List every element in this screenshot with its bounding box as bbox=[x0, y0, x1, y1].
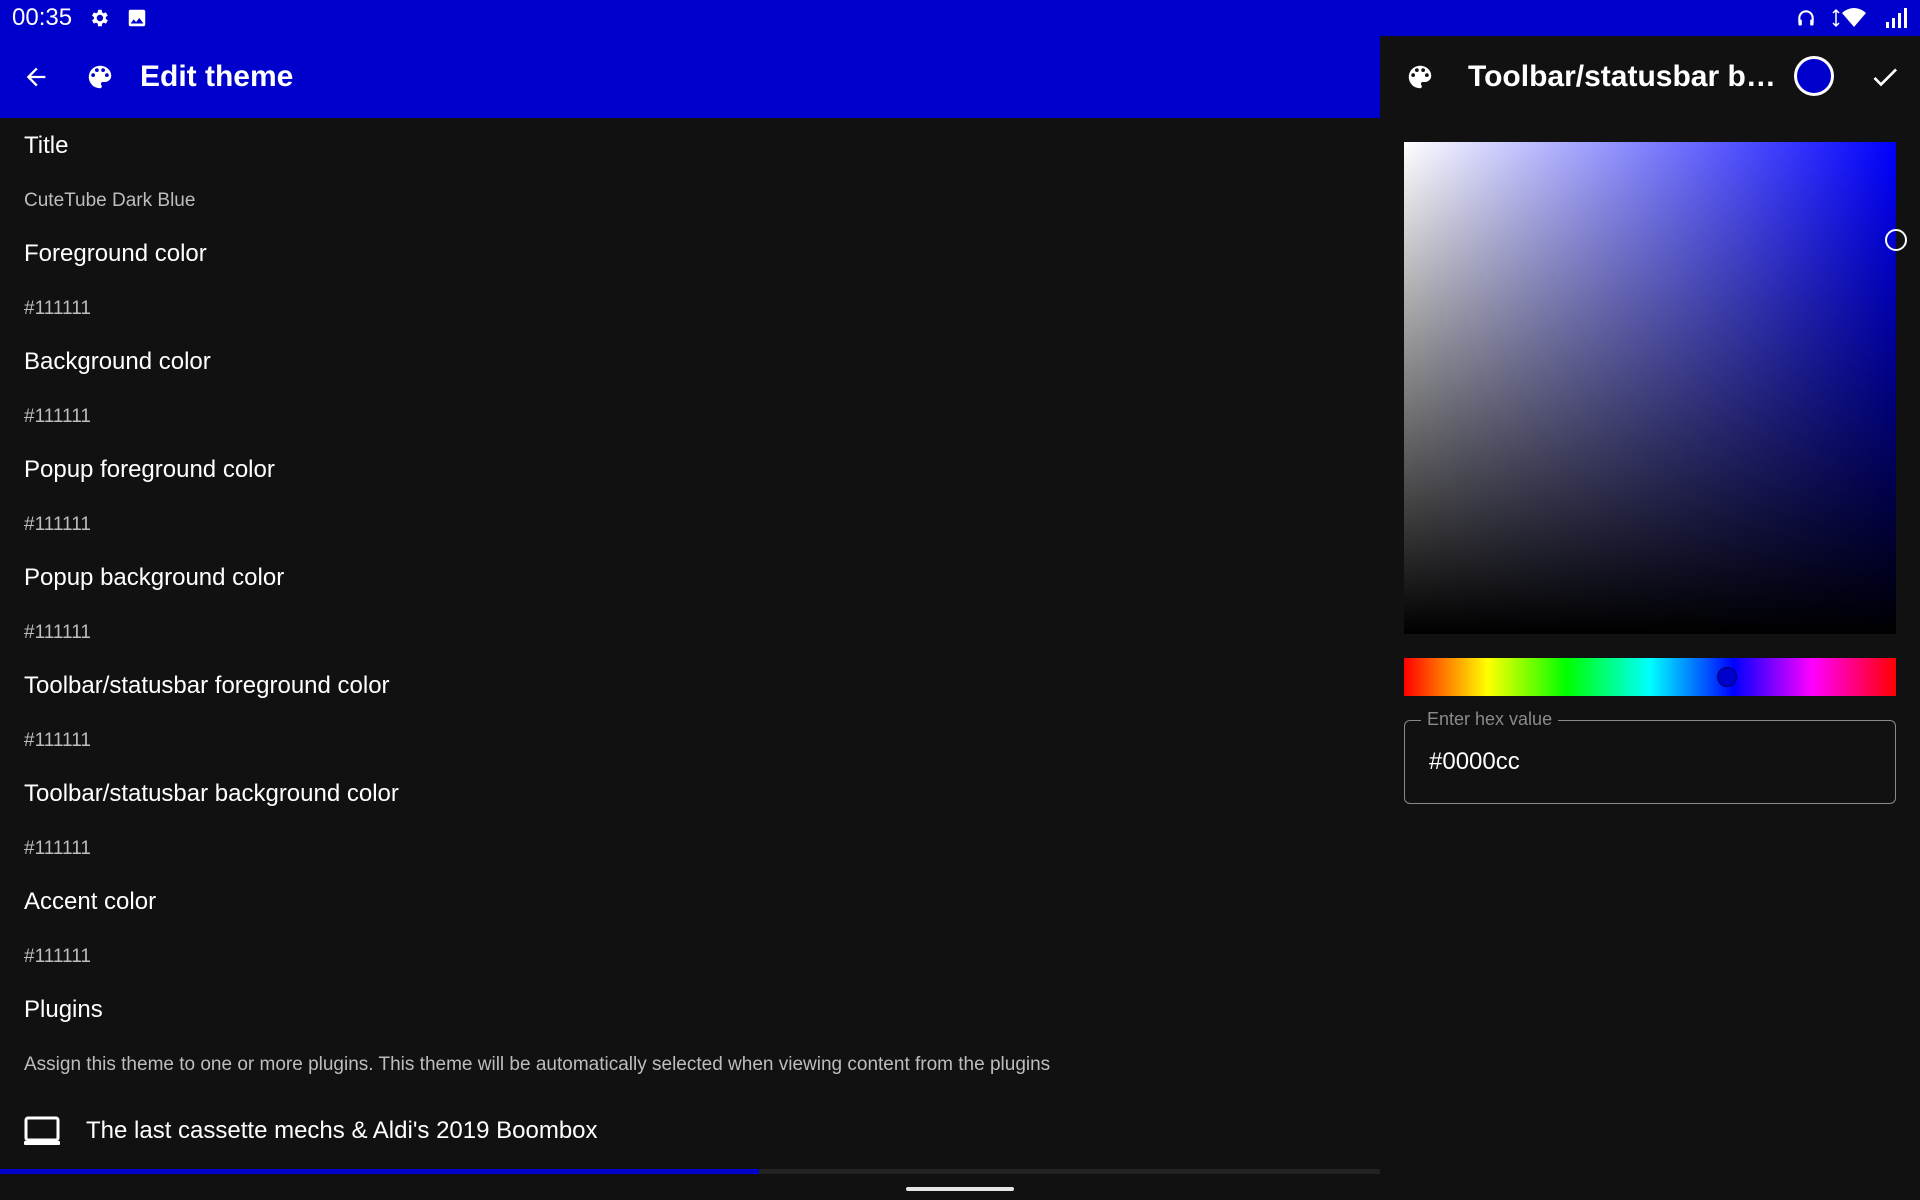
hue-handle[interactable] bbox=[1717, 667, 1737, 687]
setting-value-text: #111111 bbox=[24, 622, 91, 643]
setting-value: #111111 bbox=[24, 406, 91, 428]
check-icon bbox=[1873, 68, 1897, 87]
setting-popup-foreground-color[interactable]: Popup foreground color bbox=[24, 456, 275, 484]
setting-value: #111111 bbox=[24, 298, 91, 320]
page-title: Edit theme bbox=[140, 60, 294, 93]
setting-value-text: #111111 bbox=[24, 838, 91, 859]
palette-icon bbox=[72, 36, 128, 118]
gesture-handle[interactable] bbox=[906, 1187, 1014, 1191]
setting-label: Toolbar/statusbar background color bbox=[24, 780, 399, 807]
setting-popup-background-color[interactable]: Popup background color bbox=[24, 564, 284, 592]
plugins-description-text: Assign this theme to one or more plugins… bbox=[24, 1054, 1051, 1075]
plugins-description: Assign this theme to one or more plugins… bbox=[24, 1054, 1050, 1076]
navigation-bar bbox=[0, 1174, 1920, 1200]
setting-accent-color[interactable]: Accent color bbox=[24, 888, 156, 916]
setting-label: Popup foreground color bbox=[24, 456, 275, 483]
signal-icon bbox=[1884, 7, 1908, 29]
color-picker-header: Toolbar/statusbar bac... bbox=[1380, 36, 1920, 118]
selected-color-swatch bbox=[1794, 56, 1834, 96]
setting-title[interactable]: Title bbox=[24, 132, 68, 160]
setting-label: Foreground color bbox=[24, 240, 207, 267]
theme-settings-list: Title CuteTube Dark Blue Foreground colo… bbox=[0, 118, 1380, 1170]
hex-value-field: Enter hex value bbox=[1404, 709, 1896, 804]
status-time: 00:35 bbox=[12, 4, 73, 31]
setting-value-text: CuteTube Dark Blue bbox=[24, 190, 196, 211]
settings-icon bbox=[88, 7, 110, 29]
setting-value: #111111 bbox=[24, 838, 91, 860]
setting-label: Toolbar/statusbar foreground color bbox=[24, 672, 390, 699]
setting-value: #111111 bbox=[24, 622, 91, 644]
setting-label: Title bbox=[24, 132, 69, 159]
plugin-item[interactable]: The last cassette mechs & Aldi's 2019 Bo… bbox=[24, 1116, 598, 1146]
hex-value-input[interactable] bbox=[1405, 721, 1895, 803]
setting-value: #111111 bbox=[24, 514, 91, 536]
headphones-icon bbox=[1796, 8, 1816, 28]
status-bar: 00:35 bbox=[0, 0, 1920, 36]
setting-label: Popup background color bbox=[24, 564, 285, 591]
setting-value-text: #111111 bbox=[24, 946, 91, 967]
toolbar: Edit theme bbox=[0, 36, 1380, 118]
arrow-back-icon bbox=[26, 67, 46, 87]
hue-slider[interactable] bbox=[1404, 658, 1896, 696]
image-icon bbox=[126, 7, 148, 29]
setting-background-color[interactable]: Background color bbox=[24, 348, 211, 376]
setting-toolbar-background-color[interactable]: Toolbar/statusbar background color bbox=[24, 780, 399, 808]
setting-value-text: #111111 bbox=[24, 298, 91, 319]
saturation-value-picker[interactable] bbox=[1404, 142, 1907, 634]
setting-value: #111111 bbox=[24, 730, 91, 752]
plugin-label: The last cassette mechs & Aldi's 2019 Bo… bbox=[86, 1117, 598, 1144]
setting-value-text: #111111 bbox=[24, 514, 91, 535]
palette-icon bbox=[1380, 36, 1460, 118]
setting-foreground-color[interactable]: Foreground color bbox=[24, 240, 207, 268]
color-picker-panel: Toolbar/statusbar bac... Enter hex value bbox=[1380, 36, 1920, 1174]
saturation-value-handle[interactable] bbox=[1885, 229, 1907, 251]
back-button[interactable] bbox=[0, 36, 72, 118]
wifi-icon bbox=[1832, 7, 1868, 29]
confirm-button[interactable] bbox=[1862, 54, 1908, 100]
setting-label: Accent color bbox=[24, 888, 157, 915]
setting-toolbar-foreground-color[interactable]: Toolbar/statusbar foreground color bbox=[24, 672, 390, 700]
section-title: Plugins bbox=[24, 996, 103, 1023]
setting-value: CuteTube Dark Blue bbox=[24, 190, 195, 212]
setting-label: Background color bbox=[24, 348, 211, 375]
section-plugins: Plugins bbox=[24, 996, 103, 1024]
setting-value-text: #111111 bbox=[24, 730, 91, 751]
laptop-icon bbox=[24, 1116, 60, 1146]
setting-value: #111111 bbox=[24, 946, 91, 968]
setting-value-text: #111111 bbox=[24, 406, 91, 427]
color-picker-title: Toolbar/statusbar bac... bbox=[1468, 60, 1788, 93]
